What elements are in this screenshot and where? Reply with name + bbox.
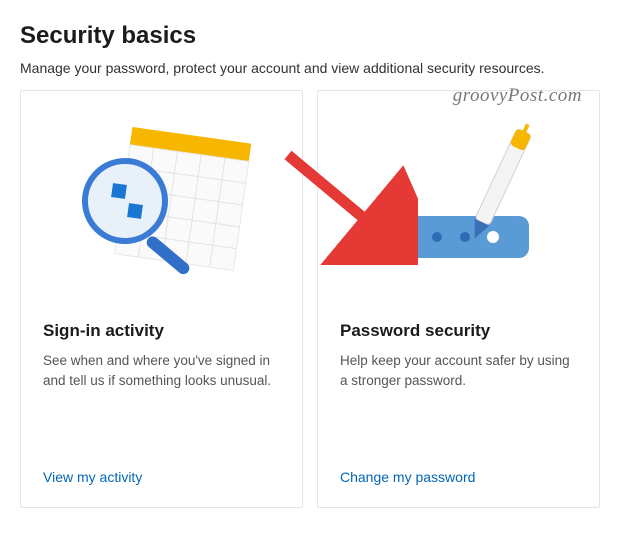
card-sign-in-activity[interactable]: Sign-in activity See when and where you'… xyxy=(20,90,303,508)
page-title: Security basics xyxy=(20,22,600,50)
card-title-password: Password security xyxy=(340,321,577,341)
card-desc-sign-in: See when and where you've signed in and … xyxy=(43,351,280,390)
card-desc-password: Help keep your account safer by using a … xyxy=(340,351,577,390)
change-my-password-link[interactable]: Change my password xyxy=(318,469,599,507)
page-subtitle: Manage your password, protect your accou… xyxy=(20,60,600,76)
card-title-sign-in: Sign-in activity xyxy=(43,321,280,341)
watermark-text: groovyPost.com xyxy=(453,85,582,107)
cards-row: Sign-in activity See when and where you'… xyxy=(20,90,600,508)
card-password-security[interactable]: Password security Help keep your account… xyxy=(317,90,600,508)
view-my-activity-link[interactable]: View my activity xyxy=(21,469,302,507)
password-security-illustration xyxy=(318,91,599,321)
sign-in-activity-illustration xyxy=(21,91,302,321)
calendar-magnifier-icon xyxy=(62,116,262,296)
password-pen-icon xyxy=(349,116,569,296)
